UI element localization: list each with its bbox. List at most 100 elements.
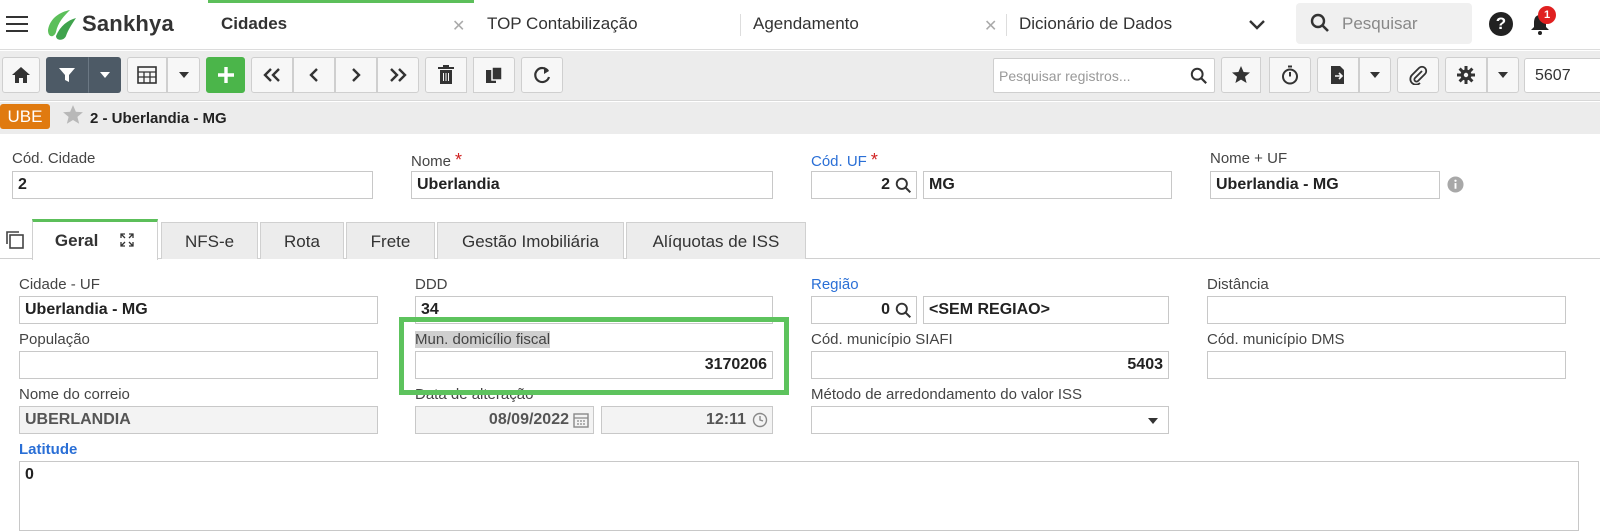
paperclip-icon [1409, 65, 1428, 85]
regiao-code-field[interactable]: 0 [811, 296, 917, 324]
tab-agendamento[interactable]: Agendamento [740, 0, 1006, 50]
cidade-uf-field[interactable]: Uberlandia - MG [19, 296, 378, 324]
caret-down-icon [1498, 72, 1508, 78]
double-chevron-right-icon [390, 68, 407, 82]
copy-icon [486, 66, 503, 83]
cod-siafi-field[interactable]: 5403 [811, 351, 1169, 379]
last-record-button[interactable] [377, 57, 419, 93]
data-alteracao-time-field: 12:11 [601, 406, 773, 434]
cod-cidade-field[interactable]: 2 [12, 171, 373, 199]
info-icon[interactable] [1447, 176, 1464, 193]
cod-dms-field[interactable] [1207, 351, 1566, 379]
home-button[interactable] [2, 57, 40, 93]
regiao-label[interactable]: Região [811, 276, 859, 293]
record-badge: UBE [0, 104, 50, 129]
caret-down-icon [178, 72, 189, 78]
regiao-description-field[interactable]: <SEM REGIAO> [923, 296, 1169, 324]
star-icon [1232, 66, 1250, 83]
cod-uf-label[interactable]: Cód. UF * [811, 150, 878, 171]
metodo-iss-label: Método de arredondamento do valor ISS [811, 386, 1083, 403]
data-alteracao-time: 12:11 [705, 411, 746, 428]
tab-top-contabilizacao[interactable]: TOP Contabilização [474, 0, 740, 50]
regiao-code-value: 0 [881, 301, 890, 318]
windows-icon[interactable] [5, 230, 25, 250]
grid-view-button[interactable] [127, 57, 167, 93]
records-search-input[interactable] [994, 59, 1184, 92]
caret-down-icon [1148, 418, 1158, 424]
search-icon[interactable] [895, 302, 912, 319]
record-title: 2 - Uberlandia - MG [90, 110, 227, 127]
record-bar [0, 102, 1600, 134]
trash-icon [438, 65, 454, 84]
nome-label-text: Nome [411, 153, 452, 170]
latitude-label: Latitude [19, 441, 78, 458]
first-record-button[interactable] [251, 57, 293, 93]
table-icon [137, 66, 157, 84]
tab-dicionario-de-dados[interactable]: Dicionário de Dados [1006, 0, 1236, 50]
tab-cidades[interactable]: Cidades [208, 0, 474, 50]
duplicate-button[interactable] [473, 57, 515, 93]
stopwatch-icon [1282, 65, 1298, 85]
next-record-button[interactable] [335, 57, 377, 93]
record-page-number[interactable]: 5607 [1524, 58, 1600, 93]
nome-field[interactable]: Uberlandia [411, 171, 773, 199]
cod-uf-field[interactable]: 2 [811, 171, 917, 199]
search-icon[interactable] [1190, 67, 1208, 85]
favorite-button[interactable] [1221, 57, 1261, 93]
tab-label: Agendamento [753, 14, 859, 33]
filter-button[interactable] [46, 57, 88, 93]
tab-gestao-imobiliaria[interactable]: Gestão Imobiliária [437, 222, 624, 259]
notification-badge: 1 [1538, 6, 1556, 24]
tab-aliquotas-de-iss[interactable]: Alíquotas de ISS [626, 222, 806, 259]
global-search[interactable]: Pesquisar [1296, 3, 1472, 44]
populacao-label: População [19, 331, 90, 348]
tab-rota[interactable]: Rota [260, 222, 344, 259]
data-alteracao-date: 08/09/2022 [488, 411, 569, 428]
export-dropdown-button[interactable] [1359, 57, 1391, 93]
home-icon [12, 67, 30, 83]
settings-button[interactable] [1445, 57, 1487, 93]
global-search-placeholder: Pesquisar [1342, 14, 1418, 33]
caret-down-icon [1370, 72, 1380, 78]
refresh-button[interactable] [521, 57, 563, 93]
attachment-button[interactable] [1397, 57, 1439, 93]
delete-button[interactable] [425, 57, 467, 93]
latitude-field[interactable]: 0 [19, 461, 1579, 531]
expand-icon[interactable] [119, 232, 135, 248]
menu-icon[interactable] [6, 12, 28, 34]
search-icon[interactable] [895, 177, 912, 194]
close-icon[interactable]: ✕ [452, 16, 465, 36]
top-bar: Sankhya Cidades ✕ TOP Contabilização Age… [0, 0, 1600, 50]
timer-button[interactable] [1269, 57, 1311, 93]
filter-dropdown-button[interactable] [88, 57, 121, 93]
help-icon[interactable]: ? [1489, 12, 1513, 36]
tab-nfse[interactable]: NFS-e [161, 222, 258, 259]
chevron-down-icon[interactable] [1248, 16, 1266, 34]
clock-icon [752, 412, 768, 428]
nome-uf-field[interactable]: Uberlandia - MG [1210, 171, 1440, 199]
populacao-field[interactable] [19, 351, 378, 379]
double-chevron-left-icon [263, 68, 280, 82]
previous-record-button[interactable] [293, 57, 335, 93]
tab-frete[interactable]: Frete [346, 222, 435, 259]
sankhya-logo-icon [48, 10, 76, 40]
tab-label: Geral [54, 231, 99, 250]
grid-view-dropdown-button[interactable] [167, 57, 200, 93]
distancia-field[interactable] [1207, 296, 1566, 324]
file-export-icon [1331, 66, 1344, 84]
app-logo[interactable]: Sankhya [44, 8, 174, 40]
close-icon[interactable]: ✕ [984, 16, 997, 36]
star-outline-icon[interactable] [62, 104, 84, 126]
tab-geral[interactable]: Geral [32, 219, 158, 260]
highlight-box [399, 317, 789, 395]
export-button[interactable] [1317, 57, 1359, 93]
records-search-field[interactable] [993, 58, 1215, 93]
settings-dropdown-button[interactable] [1487, 57, 1519, 93]
cod-cidade-label: Cód. Cidade [12, 150, 96, 167]
add-record-button[interactable] [206, 57, 245, 93]
gear-icon [1457, 66, 1475, 84]
metodo-iss-select[interactable] [811, 406, 1169, 434]
tab-label: TOP Contabilização [487, 14, 638, 33]
cod-dms-label: Cód. município DMS [1207, 331, 1345, 348]
uf-description-field[interactable]: MG [923, 171, 1172, 199]
